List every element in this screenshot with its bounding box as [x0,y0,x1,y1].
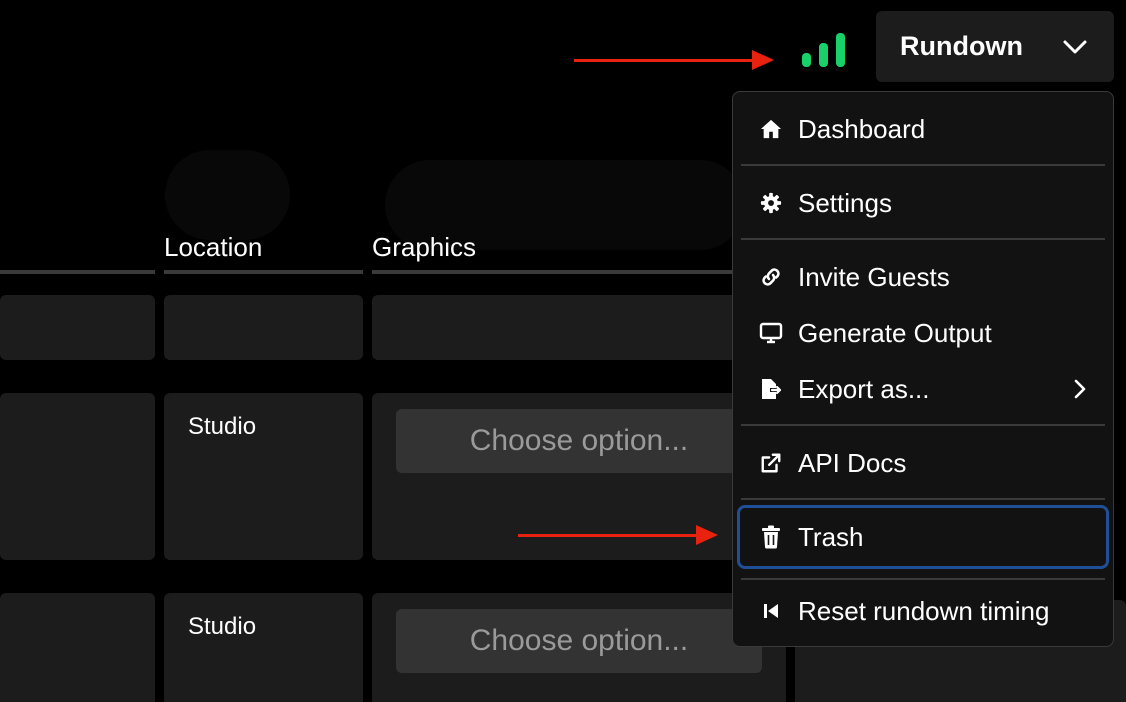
table-cell-graphics[interactable] [372,295,772,360]
menu-divider [741,578,1105,580]
rundown-dropdown-menu: Dashboard Settings Invite Guests Generat… [732,91,1114,647]
background-decoration [165,150,290,240]
annotation-arrow [574,50,774,70]
header-divider [0,270,155,274]
location-value: Studio [188,613,257,640]
menu-divider [741,238,1105,240]
menu-item-label: Reset rundown timing [798,595,1050,626]
location-value: Studio [188,413,257,440]
gear-icon [759,191,783,215]
table-cell-location[interactable]: Studio [164,393,363,560]
header-divider [164,270,363,274]
menu-divider [741,164,1105,166]
menu-item-label: API Docs [798,447,907,478]
menu-divider [741,424,1105,426]
monitor-icon [759,321,783,345]
table-cell-graphics: Choose option... [372,593,786,702]
menu-item-trash[interactable]: Trash [737,505,1109,569]
skip-back-icon [759,599,783,623]
menu-item-dashboard[interactable]: Dashboard [741,102,1107,156]
menu-item-invite-guests[interactable]: Invite Guests [741,250,1107,304]
table-cell-location[interactable] [164,295,363,360]
menu-item-label: Generate Output [798,317,992,348]
trash-icon [759,525,783,549]
file-export-icon [759,377,783,401]
annotation-arrow [518,525,718,545]
graphics-select[interactable]: Choose option... [396,609,762,673]
rundown-menu-button[interactable]: Rundown [876,11,1114,82]
menu-item-settings[interactable]: Settings [741,176,1107,230]
table-cell[interactable] [0,593,155,702]
menu-item-label: Settings [798,187,892,218]
rundown-label: Rundown [900,31,1023,61]
header-divider [372,270,742,274]
chevron-down-icon [1063,40,1087,54]
menu-item-generate-output[interactable]: Generate Output [741,306,1107,360]
menu-item-api-docs[interactable]: API Docs [741,436,1107,490]
chevron-right-icon [1074,379,1086,399]
table-cell-location[interactable]: Studio [164,593,363,702]
column-header-location[interactable]: Location [164,232,262,263]
menu-item-label: Export as... [798,373,930,404]
external-link-icon [759,451,783,475]
table-cell[interactable] [0,295,155,360]
menu-divider [741,498,1105,500]
table-cell[interactable] [0,393,155,560]
link-icon [759,265,783,289]
menu-item-reset-rundown-timing[interactable]: Reset rundown timing [741,584,1107,638]
column-header-graphics[interactable]: Graphics [372,232,476,263]
menu-item-label: Trash [798,521,864,552]
menu-item-export-as[interactable]: Export as... [741,362,1107,416]
menu-item-label: Invite Guests [798,261,950,292]
menu-item-label: Dashboard [798,113,926,144]
home-icon [759,117,783,141]
graphics-select[interactable]: Choose option... [396,409,762,473]
connection-signal-icon [802,33,848,67]
